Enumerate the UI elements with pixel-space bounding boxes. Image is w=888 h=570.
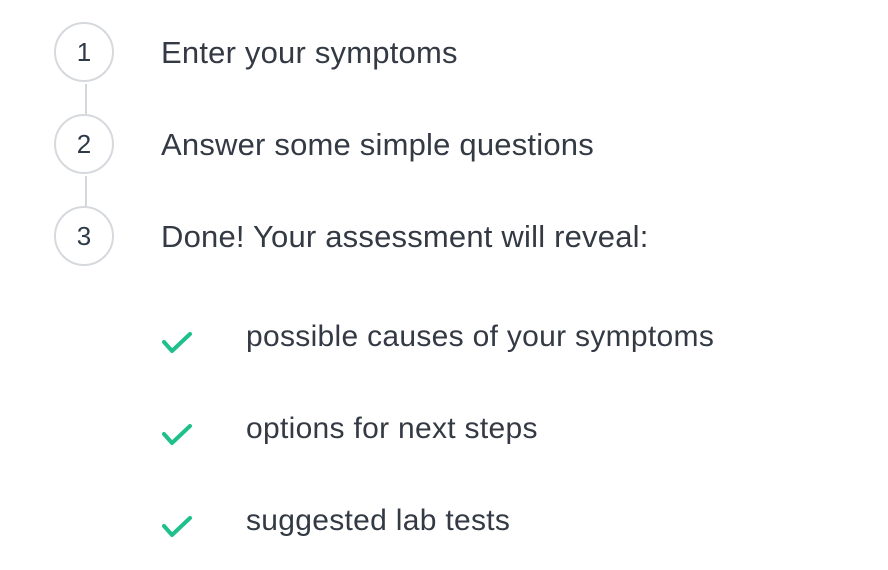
step-label: Answer some simple questions (161, 127, 594, 162)
step-connector (85, 84, 87, 114)
benefit-label: suggested lab tests (246, 504, 511, 537)
check-icon (160, 514, 194, 540)
step-number: 2 (76, 128, 92, 159)
step-connector (85, 176, 87, 206)
symptom-checker-steps: 1 Enter your symptoms 2 Answer some simp… (0, 0, 888, 570)
step-number-badge: 1 (54, 22, 114, 82)
step-number-badge: 2 (54, 114, 114, 174)
step-number: 3 (76, 220, 92, 251)
benefit-label: options for next steps (246, 412, 538, 445)
step-label: Enter your symptoms (161, 35, 458, 70)
check-icon (160, 422, 194, 448)
step-number: 1 (76, 36, 92, 67)
check-icon (160, 330, 194, 356)
step-number-badge: 3 (54, 206, 114, 266)
benefit-label: possible causes of your symptoms (246, 320, 715, 353)
step-label: Done! Your assessment will reveal: (161, 219, 649, 254)
